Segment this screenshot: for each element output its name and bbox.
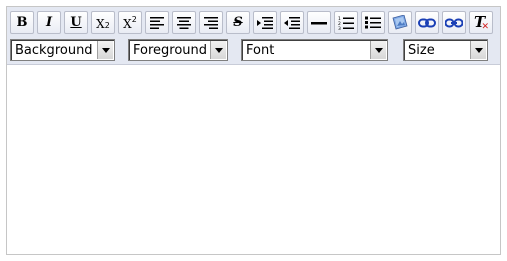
editor-toolbar: B I U X2 X2 S 1 2 3 T ✕ Background Foreg…	[7, 7, 500, 65]
foreground-color-select[interactable]: Foreground	[128, 39, 228, 61]
underline-icon: U	[70, 15, 82, 30]
chevron-down-icon[interactable]	[470, 41, 486, 59]
superscript-icon: X2	[123, 15, 137, 31]
bold-icon: B	[16, 15, 28, 30]
align-left-icon	[150, 16, 164, 29]
indent-button[interactable]	[253, 11, 277, 34]
unlink-icon	[445, 18, 463, 27]
underline-button[interactable]: U	[64, 11, 88, 34]
align-center-icon	[177, 16, 191, 29]
horizontal-rule-icon	[311, 21, 327, 24]
italic-button[interactable]: I	[37, 11, 61, 34]
svg-text:3: 3	[338, 26, 341, 30]
align-right-button[interactable]	[199, 11, 223, 34]
insert-image-button[interactable]	[388, 11, 412, 34]
italic-icon: I	[45, 15, 53, 30]
remove-format-button[interactable]: T ✕	[469, 11, 493, 34]
align-left-button[interactable]	[145, 11, 169, 34]
ordered-list-icon: 1 2 3	[338, 16, 354, 30]
align-center-button[interactable]	[172, 11, 196, 34]
outdent-icon	[284, 16, 300, 29]
subscript-icon: X2	[96, 17, 110, 31]
chevron-down-icon[interactable]	[97, 41, 113, 59]
unordered-list-button[interactable]	[361, 11, 385, 34]
size-select[interactable]: Size	[403, 39, 488, 61]
link-icon	[418, 18, 436, 27]
outdent-button[interactable]	[280, 11, 304, 34]
editor-content-area[interactable]	[7, 65, 500, 254]
remove-format-icon: T ✕	[474, 12, 489, 32]
chevron-down-icon[interactable]	[210, 41, 226, 59]
strikethrough-icon: S	[233, 15, 243, 30]
image-icon	[392, 15, 408, 30]
remove-link-button[interactable]	[442, 11, 466, 34]
bold-button[interactable]: B	[10, 11, 34, 34]
size-select-value: Size	[408, 43, 435, 58]
background-color-select-value: Background	[15, 43, 93, 58]
background-color-select[interactable]: Background	[10, 39, 115, 61]
unordered-list-icon	[365, 16, 381, 29]
create-link-button[interactable]	[415, 11, 439, 34]
foreground-color-select-value: Foreground	[133, 43, 208, 58]
subscript-button[interactable]: X2	[91, 11, 115, 34]
ordered-list-button[interactable]: 1 2 3	[334, 11, 358, 34]
font-select-value: Font	[246, 43, 275, 58]
horizontal-rule-button[interactable]	[307, 11, 331, 34]
rich-text-editor: B I U X2 X2 S 1 2 3 T ✕ Background Foreg…	[6, 6, 501, 255]
superscript-button[interactable]: X2	[118, 11, 142, 34]
formatting-button-row: B I U X2 X2 S 1 2 3 T ✕	[10, 11, 495, 35]
indent-icon	[257, 16, 273, 29]
align-right-icon	[204, 16, 218, 29]
font-select[interactable]: Font	[241, 39, 388, 61]
chevron-down-icon[interactable]	[370, 41, 386, 59]
strikethrough-button[interactable]: S	[226, 11, 250, 34]
